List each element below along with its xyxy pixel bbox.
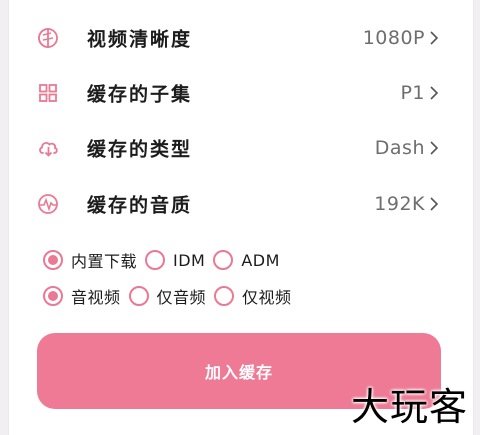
radio-label: 仅视频 bbox=[242, 288, 292, 307]
radio-video-only[interactable]: 仅视频 bbox=[214, 284, 292, 308]
radio-dot[interactable] bbox=[214, 286, 235, 306]
radio-label: 仅音频 bbox=[156, 288, 207, 307]
setting-label-resolution: 视频清晰度 bbox=[87, 28, 193, 51]
resolution-icon bbox=[37, 27, 59, 49]
setting-label-type: 缓存的类型 bbox=[87, 138, 193, 161]
setting-row-audio-quality[interactable]: 缓存的音质 192K bbox=[9, 176, 475, 232]
setting-row-subset[interactable]: 缓存的子集 P1 bbox=[9, 65, 475, 121]
radio-adm[interactable]: ADM bbox=[213, 250, 280, 270]
content-radio-group: 音视频 仅音频 仅视频 bbox=[43, 281, 300, 311]
chevron-right-icon bbox=[430, 141, 439, 155]
radio-idm[interactable]: IDM bbox=[145, 250, 205, 270]
setting-label-audio-quality: 缓存的音质 bbox=[87, 194, 193, 217]
setting-value-audio-quality: 192K bbox=[374, 193, 425, 215]
watermark-text: 大玩客 bbox=[350, 385, 468, 429]
radio-label: ADM bbox=[241, 250, 280, 270]
setting-value-resolution: 1080P bbox=[362, 27, 425, 49]
setting-label-subset: 缓存的子集 bbox=[87, 83, 193, 106]
radio-label: IDM bbox=[173, 250, 206, 270]
cloud-download-icon bbox=[37, 137, 59, 159]
radio-dot[interactable] bbox=[128, 286, 149, 306]
radio-dot[interactable] bbox=[43, 286, 63, 306]
radio-dot[interactable] bbox=[43, 250, 63, 270]
radio-builtin-download[interactable]: 内置下载 bbox=[43, 248, 137, 272]
setting-row-resolution[interactable]: 视频清晰度 1080P bbox=[9, 10, 475, 66]
radio-dot[interactable] bbox=[145, 250, 166, 270]
setting-value-subset: P1 bbox=[400, 82, 425, 104]
radio-audio-video[interactable]: 音视频 bbox=[43, 284, 121, 308]
audio-wave-icon bbox=[37, 193, 59, 215]
downloader-radio-group: 内置下载 IDM ADM bbox=[43, 245, 288, 275]
radio-label: 内置下载 bbox=[71, 252, 138, 271]
chevron-right-icon bbox=[430, 197, 439, 211]
chevron-right-icon bbox=[430, 31, 439, 45]
setting-row-type[interactable]: 缓存的类型 Dash bbox=[9, 120, 475, 176]
radio-label: 音视频 bbox=[71, 288, 121, 307]
grid-icon bbox=[37, 82, 59, 104]
download-settings-panel: 视频清晰度 1080P 缓存的子集 P1 缓存的类型 Dash 缓存的音质 19… bbox=[8, 0, 474, 435]
setting-value-type: Dash bbox=[374, 137, 425, 159]
radio-dot[interactable] bbox=[213, 250, 234, 270]
chevron-right-icon bbox=[430, 86, 439, 100]
radio-audio-only[interactable]: 仅音频 bbox=[128, 284, 207, 308]
